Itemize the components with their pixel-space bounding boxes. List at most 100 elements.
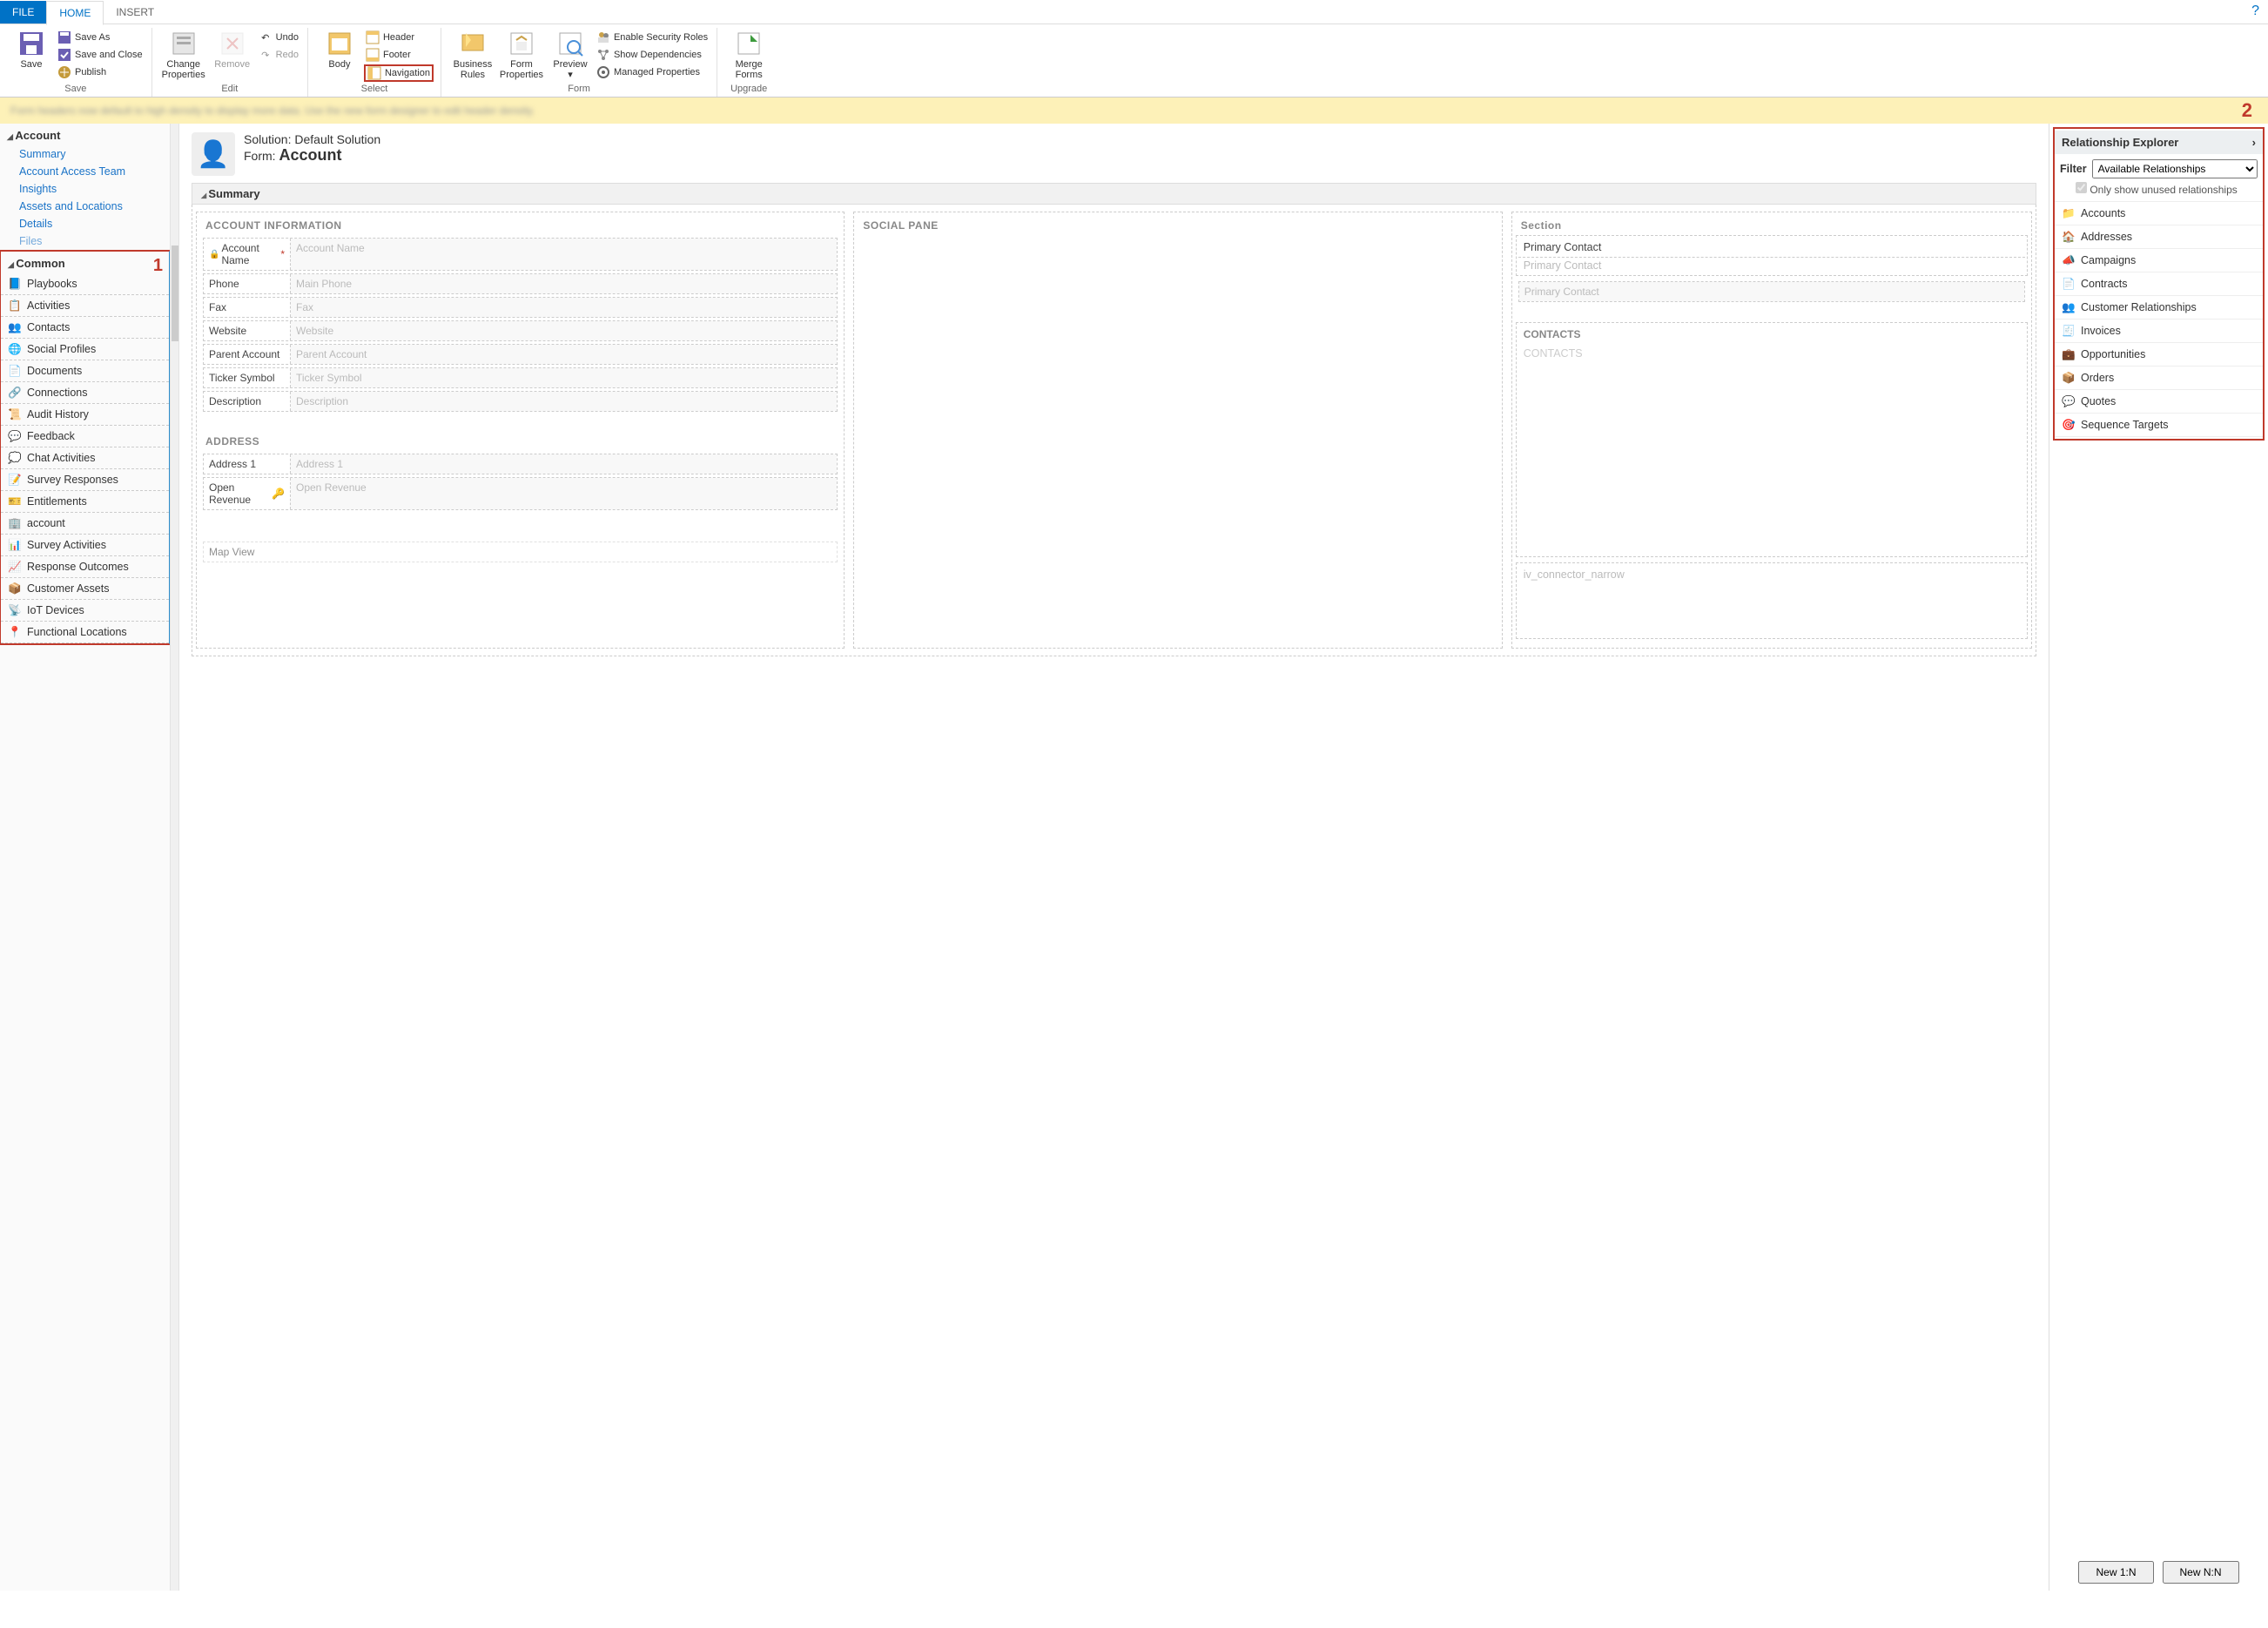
relationship-item-icon: 🏠 — [2062, 230, 2076, 244]
field-parent-account[interactable]: Parent AccountParent Account — [203, 344, 838, 365]
nav-item[interactable]: 📊Survey Activities — [1, 535, 169, 556]
tab-file[interactable]: FILE — [0, 1, 46, 24]
relationship-item[interactable]: 💼Opportunities — [2055, 343, 2263, 367]
nav-item[interactable]: 📦Customer Assets — [1, 578, 169, 600]
col-section[interactable]: Section Primary Contact Primary Contact … — [1511, 212, 2032, 649]
nav-item[interactable]: 🌐Social Profiles — [1, 339, 169, 360]
relationship-item-icon: 💬 — [2062, 394, 2076, 408]
relationship-item[interactable]: 👥Customer Relationships — [2055, 296, 2263, 320]
nav-item-label: Activities — [27, 299, 70, 312]
field-address1[interactable]: Address 1Address 1 — [203, 454, 838, 474]
field-ticker[interactable]: Ticker SymbolTicker Symbol — [203, 367, 838, 388]
relationship-item-icon: 🧾 — [2062, 324, 2076, 338]
relationship-item[interactable]: 💬Quotes — [2055, 390, 2263, 414]
save-close-button[interactable]: Save and Close — [56, 47, 145, 63]
form-properties-button[interactable]: Form Properties — [497, 30, 546, 80]
nav-item[interactable]: 🔗Connections — [1, 382, 169, 404]
relationship-item[interactable]: 🏠Addresses — [2055, 225, 2263, 249]
field-phone[interactable]: PhoneMain Phone — [203, 273, 838, 294]
publish-button[interactable]: Publish — [56, 64, 145, 80]
nav-item[interactable]: 📄Documents — [1, 360, 169, 382]
nav-item-icon: 🌐 — [8, 342, 22, 356]
relationship-item[interactable]: 📦Orders — [2055, 367, 2263, 390]
relationship-item[interactable]: 📄Contracts — [2055, 272, 2263, 296]
show-dependencies-button[interactable]: Show Dependencies — [595, 47, 710, 63]
summary-section-header[interactable]: Summary — [192, 183, 2036, 205]
field-open-revenue[interactable]: Open Revenue🔑Open Revenue — [203, 477, 838, 510]
nav-item-label: IoT Devices — [27, 604, 84, 616]
nav-link-details[interactable]: Details — [0, 215, 170, 232]
new-1n-button[interactable]: New 1:N — [2078, 1561, 2153, 1584]
relationship-item[interactable]: 📣Campaigns — [2055, 249, 2263, 272]
merge-forms-button[interactable]: Merge Forms — [724, 30, 773, 80]
business-rules-icon — [459, 30, 487, 57]
scrollbar-thumb[interactable] — [172, 246, 178, 341]
col-account-info[interactable]: ACCOUNT INFORMATION 🔒Account Name* Accou… — [196, 212, 845, 649]
nav-link-access-team[interactable]: Account Access Team — [0, 163, 170, 180]
undo-button[interactable]: ↶Undo — [257, 30, 300, 45]
col-social-pane[interactable]: SOCIAL PANE — [853, 212, 1502, 649]
tabbar: FILE HOME INSERT ? — [0, 0, 2268, 24]
relationship-item[interactable]: 📁Accounts — [2055, 202, 2263, 225]
tab-home[interactable]: HOME — [46, 1, 104, 25]
business-rules-button[interactable]: Business Rules — [448, 30, 497, 80]
relationship-explorer-panel: Relationship Explorer › Filter Available… — [2049, 124, 2268, 1591]
nav-header-account[interactable]: Account — [0, 124, 170, 145]
nav-item[interactable]: 🎫Entitlements — [1, 491, 169, 513]
field-map-view[interactable]: Map View — [203, 542, 838, 562]
footer-button[interactable]: Footer — [364, 47, 434, 63]
nav-item-icon: 📦 — [8, 582, 22, 595]
enable-security-roles-button[interactable]: Enable Security Roles — [595, 30, 710, 45]
remove-button[interactable]: Remove — [208, 30, 257, 70]
new-nn-button[interactable]: New N:N — [2163, 1561, 2239, 1584]
redo-button[interactable]: ↷Redo — [257, 47, 300, 63]
body-button[interactable]: Body — [315, 30, 364, 70]
nav-link-insights[interactable]: Insights — [0, 180, 170, 198]
change-properties-button[interactable]: Change Properties — [159, 30, 208, 80]
nav-item[interactable]: 📋Activities — [1, 295, 169, 317]
primary-contact-section[interactable]: Primary Contact Primary Contact — [1516, 235, 2028, 276]
contacts-section[interactable]: CONTACTS CONTACTS — [1516, 322, 2028, 557]
nav-item[interactable]: 📘Playbooks — [1, 273, 169, 295]
only-unused-checkbox[interactable] — [2076, 182, 2087, 193]
filter-select[interactable]: Available Relationships — [2092, 159, 2258, 178]
save-button[interactable]: Save — [7, 30, 56, 70]
nav-link-summary[interactable]: Summary — [0, 145, 170, 163]
nav-item-icon: 📊 — [8, 538, 22, 552]
nav-item[interactable]: 📍Functional Locations — [1, 622, 169, 643]
nav-link-assets[interactable]: Assets and Locations — [0, 198, 170, 215]
nav-header-common[interactable]: Common — [1, 252, 169, 273]
nav-item[interactable]: 📈Response Outcomes — [1, 556, 169, 578]
preview-button[interactable]: Preview▾ — [546, 30, 595, 80]
nav-item-label: Chat Activities — [27, 452, 96, 464]
iv-connector-section[interactable]: iv_connector_narrow — [1516, 562, 2028, 639]
tab-insert[interactable]: INSERT — [104, 1, 166, 24]
nav-item[interactable]: 📝Survey Responses — [1, 469, 169, 491]
relationship-item[interactable]: 🎯Sequence Targets — [2055, 414, 2263, 437]
managed-properties-button[interactable]: Managed Properties — [595, 64, 710, 80]
merge-forms-icon — [735, 30, 763, 57]
field-primary-contact-2[interactable]: Primary Contact — [1518, 281, 2025, 302]
save-as-button[interactable]: Save As — [56, 30, 145, 45]
nav-item[interactable]: 💭Chat Activities — [1, 447, 169, 469]
help-icon[interactable]: ? — [2251, 3, 2259, 19]
field-fax[interactable]: FaxFax — [203, 297, 838, 318]
field-description[interactable]: DescriptionDescription — [203, 391, 838, 412]
left-scrollbar[interactable] — [171, 124, 179, 1591]
relationship-explorer-header[interactable]: Relationship Explorer › — [2055, 131, 2263, 154]
ribbon: Save Save As Save and Close Publish Save… — [0, 24, 2268, 98]
field-website[interactable]: WebsiteWebsite — [203, 320, 838, 341]
relationship-item-label: Sequence Targets — [2081, 419, 2169, 431]
nav-item[interactable]: 💬Feedback — [1, 426, 169, 447]
nav-item-label: Entitlements — [27, 495, 87, 508]
nav-item-label: Documents — [27, 365, 82, 377]
header-button[interactable]: Header — [364, 30, 434, 45]
field-account-name[interactable]: 🔒Account Name* Account Name — [203, 238, 838, 271]
nav-item[interactable]: 👥Contacts — [1, 317, 169, 339]
nav-item[interactable]: 🏢account — [1, 513, 169, 535]
nav-link-files[interactable]: Files — [0, 232, 170, 250]
nav-item[interactable]: 📡IoT Devices — [1, 600, 169, 622]
navigation-button[interactable]: Navigation — [364, 64, 434, 82]
nav-item[interactable]: 📜Audit History — [1, 404, 169, 426]
relationship-item[interactable]: 🧾Invoices — [2055, 320, 2263, 343]
